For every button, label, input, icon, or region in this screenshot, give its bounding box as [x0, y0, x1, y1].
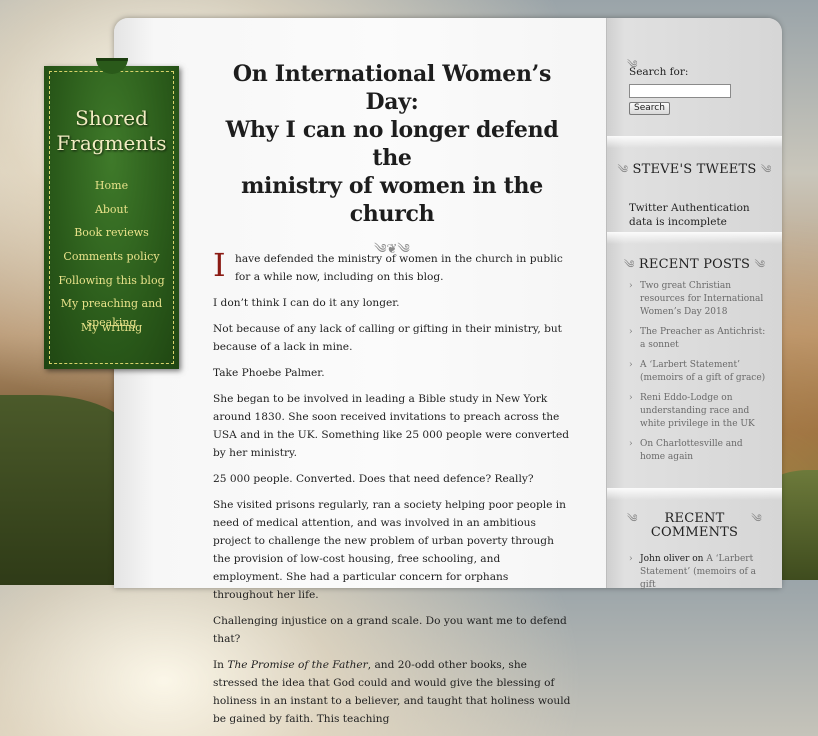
recent-post-link[interactable]: A ‘Larbert Statement’ (memoirs of a gift…	[629, 359, 769, 385]
recent-post-link[interactable]: On Charlottesville and home again	[629, 438, 769, 464]
post-paragraph-1: I have defended the ministry of women in…	[213, 246, 571, 286]
post-paragraph-9: In The Promise of the Father, and 20-odd…	[213, 656, 571, 728]
nav-menu: Home About Book reviews Comments policy …	[44, 174, 179, 340]
search-input[interactable]	[629, 84, 731, 98]
recent-post-link[interactable]: The Preacher as Antichrist: a sonnet	[629, 326, 769, 352]
recent-post-link[interactable]: Two great Christian resources for Intern…	[629, 280, 769, 319]
nav-item-home[interactable]: Home	[44, 174, 179, 198]
right-sidebar: ༄ Search for: Search ༄ STEVE'S TWEETS ༄ …	[606, 18, 782, 590]
nav-item-label[interactable]: About	[95, 203, 128, 216]
nav-item-label[interactable]: Comments policy	[63, 250, 159, 263]
nav-item-label[interactable]: Book reviews	[74, 226, 149, 239]
post-paragraph-3: Not because of any lack of calling or gi…	[213, 323, 562, 353]
tweets-message: Twitter Authentication data is incomplet…	[629, 202, 750, 228]
nav-item-about[interactable]: About	[44, 198, 179, 222]
comment-author-link[interactable]: John oliver	[640, 554, 689, 564]
book-title: The Promise of the Father	[227, 659, 368, 671]
ornament-icon: ༄	[623, 258, 635, 271]
post-paragraph-8: Challenging injustice on a grand scale. …	[213, 615, 567, 645]
nav-item-label[interactable]: My writing	[81, 321, 142, 334]
nav-item-book-reviews[interactable]: Book reviews	[44, 221, 179, 245]
paragraph-text-pre: In	[213, 659, 228, 671]
ornament-icon: ༄	[760, 163, 772, 176]
widget-divider	[607, 488, 782, 500]
site-title[interactable]: Shored Fragments	[44, 106, 179, 156]
recent-comment-item: John oliver on A ‘Larbert Statement’ (me…	[629, 553, 769, 592]
search-button[interactable]: Search	[629, 102, 670, 115]
post-paragraph-2: I don’t think I can do it any longer.	[213, 297, 400, 309]
post-paragraph-7: She visited prisons regularly, ran a soc…	[213, 499, 566, 601]
recent-posts-title-text: RECENT POSTS	[638, 257, 751, 272]
post-paragraph-6: 25 000 people. Converted. Does that need…	[213, 473, 534, 485]
post-content: On International Women’s Day: Why I can …	[213, 60, 571, 736]
ornament-icon: ༄	[751, 512, 762, 525]
ornament-icon: ༄	[754, 258, 766, 271]
post-title[interactable]: On International Women’s Day: Why I can …	[213, 60, 571, 228]
nav-item-comments-policy[interactable]: Comments policy	[44, 245, 179, 269]
paragraph-text: have defended the ministry of women in t…	[235, 253, 563, 283]
post-title-line2[interactable]: Why I can no longer defend the	[213, 116, 571, 172]
tweets-widget-title: ༄ STEVE'S TWEETS ༄	[607, 157, 782, 188]
post-paragraph-5: She began to be involved in leading a Bi…	[213, 393, 570, 459]
comment-on-text: on	[689, 554, 707, 564]
nav-item-my-writing[interactable]: My writing	[44, 316, 179, 340]
site-title-line2[interactable]: Fragments	[44, 131, 179, 156]
background-hill-left	[0, 395, 130, 585]
site-title-line1[interactable]: Shored	[44, 106, 179, 131]
tweets-title-text: STEVE'S TWEETS	[632, 162, 757, 177]
search-label: Search for:	[629, 66, 689, 78]
site-navigation: Shored Fragments Home About Book reviews…	[44, 58, 179, 369]
recent-posts-list: Two great Christian resources for Intern…	[629, 280, 769, 471]
recent-post-link[interactable]: Reni Eddo-Lodge on understanding race an…	[629, 392, 769, 431]
nav-item-preaching-speaking[interactable]: My preaching and speaking	[44, 292, 179, 329]
nav-item-label[interactable]: Following this blog	[58, 274, 164, 287]
widget-divider	[607, 136, 782, 148]
widget-divider	[607, 232, 782, 244]
ornament-icon: ༄	[617, 163, 629, 176]
post-paragraph-4: Take Phoebe Palmer.	[213, 367, 325, 379]
recent-posts-title: ༄ RECENT POSTS ༄	[607, 252, 782, 283]
nav-notch-decoration	[96, 58, 128, 74]
nav-item-label[interactable]: Home	[95, 179, 128, 192]
ornament-icon: ༄	[627, 512, 638, 525]
title-ornament-icon: ༄❦༄	[374, 242, 410, 257]
nav-item-following-this-blog[interactable]: Following this blog	[44, 269, 179, 293]
drop-cap: I	[213, 246, 226, 284]
recent-comments-title-line2: COMMENTS	[650, 525, 739, 540]
recent-comments-title: ༄ RECENT COMMENTS ༄	[607, 512, 782, 540]
post-title-line1[interactable]: On International Women’s Day:	[213, 60, 571, 116]
post-title-line3[interactable]: ministry of women in the church	[213, 172, 571, 228]
recent-comments-list: John oliver on A ‘Larbert Statement’ (me…	[629, 553, 769, 592]
